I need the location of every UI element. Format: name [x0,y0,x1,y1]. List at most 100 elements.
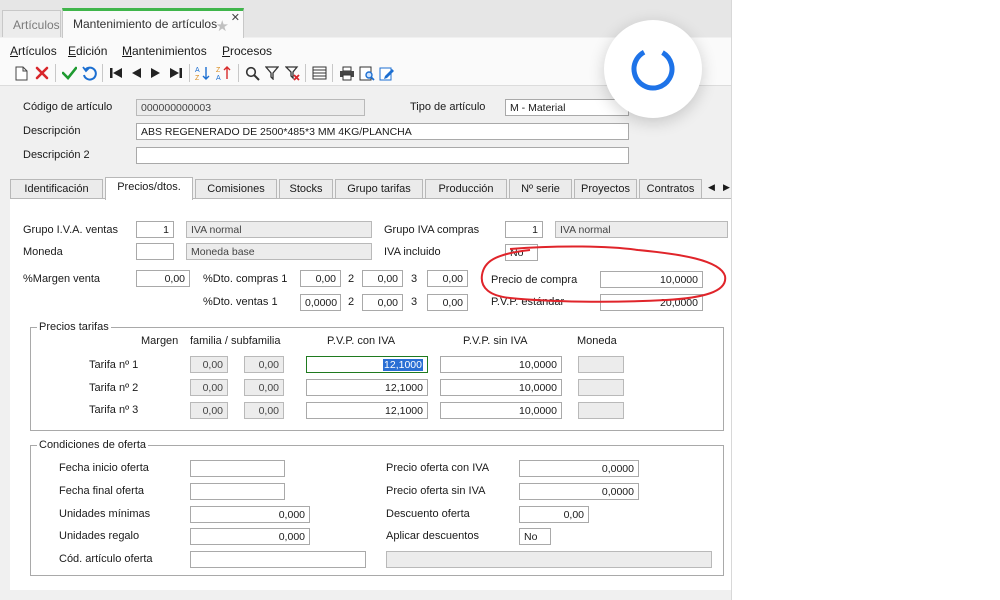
tab-comisiones[interactable]: Comisiones [195,179,277,199]
close-icon[interactable]: ✕ [231,11,240,24]
dto-compras-3-label: 3 [411,273,418,285]
doc-tab-articulos[interactable]: Artículos [2,10,61,37]
sort-desc-icon[interactable]: ZA [215,64,233,82]
sort-icon[interactable]: AZ [194,64,212,82]
descripcion-field[interactable]: ABS REGENERADO DE 2500*485*3 MM 4KG/PLAN… [136,123,629,140]
tab-scroll-right-icon[interactable]: ▶ [723,182,730,193]
tab-stocks[interactable]: Stocks [279,179,333,199]
confirm-icon[interactable] [60,64,78,82]
annotation-circle [480,245,727,303]
menu-edicion-rest: dición [76,44,108,58]
tarifa-pvp-con-iva[interactable]: 12,1000 [306,356,428,373]
dto-compras-3-field[interactable]: 0,00 [427,270,468,287]
tarifa-pvp-sin-iva[interactable]: 10,0000 [440,402,562,419]
tab-produccion[interactable]: Producción [425,179,507,199]
col-pvp-con-iva: P.V.P. con IVA [327,335,396,347]
descripcion2-field[interactable] [136,147,629,164]
menu-edicion[interactable]: Edición [68,44,107,58]
search-icon[interactable] [243,64,261,82]
preview-icon[interactable] [358,64,376,82]
tarifa-familia: 0,00 [244,356,284,373]
menu-articulos[interactable]: Artículos [10,44,57,58]
dto-ventas-1-field[interactable]: 0,0000 [300,294,341,311]
fecha-final-label: Fecha final oferta [59,485,144,497]
print-icon[interactable] [338,64,356,82]
last-icon[interactable] [167,64,185,82]
dto-ventas-2-label: 2 [348,296,355,308]
tab-precios[interactable]: Precios/dtos. [105,177,193,200]
dto-ventas-3-field[interactable]: 0,00 [427,294,468,311]
descripcion2-label: Descripción 2 [23,149,90,161]
tarifa-familia: 0,00 [244,402,284,419]
selected-text: 12,1000 [383,359,423,371]
menu-mantenimientos[interactable]: Mantenimientos [122,44,207,58]
tarifa-margen: 0,00 [190,402,228,419]
descuento-oferta-field[interactable]: 0,00 [519,506,589,523]
tab-numero-serie[interactable]: Nº serie [509,179,572,199]
tab-proyectos[interactable]: Proyectos [574,179,637,199]
tarifa-pvp-sin-iva[interactable]: 10,0000 [440,379,562,396]
favorite-star-icon[interactable]: ★ [216,17,229,35]
dto-compras-2-label: 2 [348,273,355,285]
fecha-inicio-field[interactable] [190,460,285,477]
filter-icon[interactable] [263,64,281,82]
tipo-field[interactable]: M - Material [505,99,629,116]
menu-articulos-rest: rtículos [18,44,57,58]
condiciones-oferta-title: Condiciones de oferta [37,439,149,451]
undo-icon[interactable] [80,64,98,82]
grid-icon[interactable] [310,64,328,82]
grupo-iva-compras-label: Grupo IVA compras [384,224,480,236]
col-pvp-sin-iva: P.V.P. sin IVA [463,335,528,347]
tab-grupo-tarifas[interactable]: Grupo tarifas [335,179,423,199]
previous-icon[interactable] [127,64,145,82]
dto-compras-1-field[interactable]: 0,00 [300,270,341,287]
dto-compras-label: %Dto. compras 1 [203,273,288,285]
edit-icon[interactable] [378,64,396,82]
tipo-label: Tipo de artículo [410,101,486,113]
aplicar-descuentos-label: Aplicar descuentos [386,530,479,542]
fecha-final-field[interactable] [190,483,285,500]
cod-articulo-desc [386,551,712,568]
toolbar-separator [305,64,306,82]
codigo-field[interactable]: 000000000003 [136,99,365,116]
precio-con-iva-field[interactable]: 0,0000 [519,460,639,477]
tarifa-pvp-con-iva[interactable]: 12,1000 [306,379,428,396]
toolbar-separator [55,64,56,82]
dto-ventas-2-field[interactable]: 0,00 [362,294,403,311]
dto-ventas-label: %Dto. ventas 1 [203,296,278,308]
next-icon[interactable] [147,64,165,82]
clear-filter-icon[interactable] [283,64,301,82]
menu-procesos[interactable]: Procesos [222,44,272,58]
toolbar-separator [189,64,190,82]
cod-articulo-field[interactable] [190,551,366,568]
dto-compras-2-field[interactable]: 0,00 [362,270,403,287]
tab-identificacion[interactable]: Identificación [10,179,103,199]
grupo-iva-ventas-code[interactable]: 1 [136,221,174,238]
doc-tab-mantenimiento[interactable]: Mantenimiento de artículos ★ ✕ [62,8,244,38]
precio-sin-iva-field[interactable]: 0,0000 [519,483,639,500]
delete-icon[interactable] [33,64,51,82]
tab-contratos[interactable]: Contratos [639,179,702,199]
tarifa-pvp-con-iva[interactable]: 12,1000 [306,402,428,419]
tarifa-row-label: Tarifa nº 2 [89,382,139,394]
grupo-iva-compras-code[interactable]: 1 [505,221,543,238]
descripcion-label: Descripción [23,125,81,137]
first-icon[interactable] [107,64,125,82]
iva-incluido-label: IVA incluido [384,246,441,258]
spinner-icon [631,47,675,91]
descuento-oferta-label: Descuento oferta [386,508,470,520]
margen-venta-field[interactable]: 0,00 [136,270,190,287]
tab-scroll-left-icon[interactable]: ◀ [708,182,715,193]
svg-text:A: A [216,75,221,81]
tarifa-moneda [578,402,624,419]
grupo-iva-compras-desc: IVA normal [555,221,728,238]
toolbar-separator [102,64,103,82]
moneda-code[interactable] [136,243,174,260]
unidades-minimas-field[interactable]: 0,000 [190,506,310,523]
tarifa-pvp-sin-iva[interactable]: 10,0000 [440,356,562,373]
toolbar-separator [332,64,333,82]
new-icon[interactable] [12,64,30,82]
unidades-regalo-field[interactable]: 0,000 [190,528,310,545]
aplicar-descuentos-field[interactable]: No [519,528,551,545]
margen-venta-label: %Margen venta [23,273,101,285]
